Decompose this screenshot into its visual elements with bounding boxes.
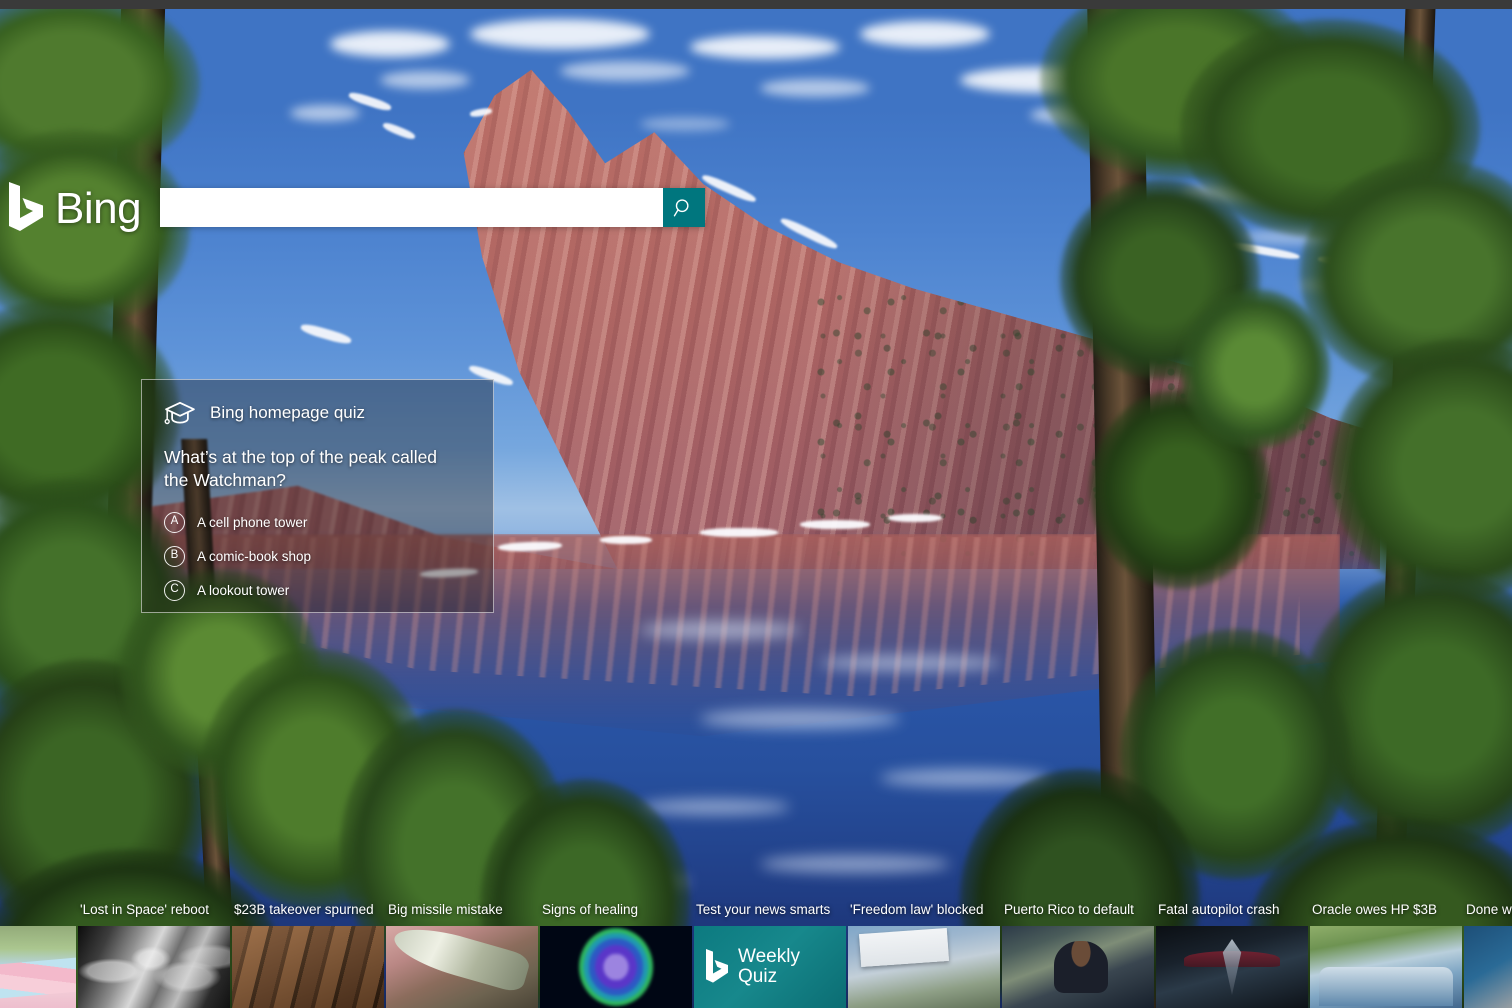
news-headline[interactable]: Signs of healing [540,900,692,926]
news-item[interactable]: Test your news smarts Weekly Quiz [694,900,846,1008]
quiz-option-label: A cell phone tower [197,514,308,530]
news-headline[interactable]: ...nders [0,900,76,926]
quiz-option-letter: C [164,579,185,601]
search-input[interactable] [160,188,663,227]
news-headline[interactable]: $23B takeover spurned [232,900,384,926]
news-thumbnail[interactable] [78,926,230,1008]
search-box[interactable] [160,188,705,227]
news-thumbnail[interactable] [232,926,384,1008]
news-headline[interactable]: Big missile mistake [386,900,538,926]
news-item[interactable]: Oracle owes HP $3B [1310,900,1462,1008]
cloud-reflection [760,855,950,873]
shoreline-snow [888,514,942,522]
quiz-header: Bing homepage quiz [164,400,471,426]
news-thumbnail[interactable] [0,926,76,1008]
bing-logo-text: Bing [55,184,142,233]
news-strip: ...nders'Lost in Space' reboot$23B takeo… [0,900,1512,1008]
news-thumbnail[interactable] [1156,926,1308,1008]
quiz-title: Bing homepage quiz [210,403,366,422]
quiz-option-letter: A [164,511,185,533]
bing-logo-mark [706,949,728,983]
search-icon [673,198,689,216]
cloud-reflection [640,799,790,815]
news-headline[interactable]: Fatal autopilot crash [1156,900,1308,926]
news-thumbnail[interactable] [848,926,1000,1008]
news-headline[interactable]: 'Freedom law' blocked [848,900,1000,926]
news-headline[interactable]: 'Lost in Space' reboot [78,900,230,926]
news-item[interactable]: Done wit... [1464,900,1512,1008]
graduation-cap-icon [164,401,195,425]
shoreline-snow [700,528,778,537]
quiz-option-label: A lookout tower [197,582,290,598]
quiz-option-b[interactable]: B A comic-book shop [164,545,471,567]
news-item[interactable]: 'Freedom law' blocked [848,900,1000,1008]
news-item[interactable]: $23B takeover spurned [232,900,384,1008]
page-header: Bing [0,0,1512,420]
news-thumbnail[interactable] [386,926,538,1008]
quiz-option-c[interactable]: C A lookout tower [164,579,471,601]
news-thumbnail[interactable] [540,926,692,1008]
news-headline[interactable]: Oracle owes HP $3B [1310,900,1462,926]
search-button[interactable] [663,188,705,227]
news-thumbnail[interactable] [1310,926,1462,1008]
news-headline[interactable]: Puerto Rico to default [1002,900,1154,926]
news-thumbnail[interactable] [1464,926,1512,1008]
news-thumbnail[interactable]: Weekly Quiz [694,926,846,1008]
bing-logo[interactable]: Bing [6,182,142,234]
quiz-option-letter: B [164,545,185,567]
news-item[interactable]: Signs of healing [540,900,692,1008]
news-item[interactable]: Big missile mistake [386,900,538,1008]
cloud-reflection [820,655,1000,671]
news-headline[interactable]: Done wit... [1464,900,1512,926]
bing-homepage-quiz-card[interactable]: Bing homepage quiz What’s at the top of … [141,379,494,613]
news-item[interactable]: Puerto Rico to default [1002,900,1154,1008]
quiz-option-a[interactable]: A A cell phone tower [164,511,471,533]
cloud-reflection [700,709,900,729]
quiz-option-label: A comic-book shop [197,548,312,564]
shoreline-snow [600,536,652,544]
news-headline[interactable]: Test your news smarts [694,900,846,926]
news-carousel[interactable]: ...nders'Lost in Space' reboot$23B takeo… [0,900,1512,1008]
news-item[interactable]: Fatal autopilot crash [1156,900,1308,1008]
quiz-question: What’s at the top of the peak called the… [164,447,438,491]
bing-logo-mark [9,182,43,231]
news-tile-text: Weekly Quiz [738,945,800,987]
shoreline-snow [800,520,870,529]
news-thumbnail[interactable] [1002,926,1154,1008]
system-title-bar [0,0,1512,9]
cloud-reflection [640,621,800,639]
news-item[interactable]: ...nders [0,900,76,1008]
news-item[interactable]: 'Lost in Space' reboot [78,900,230,1008]
